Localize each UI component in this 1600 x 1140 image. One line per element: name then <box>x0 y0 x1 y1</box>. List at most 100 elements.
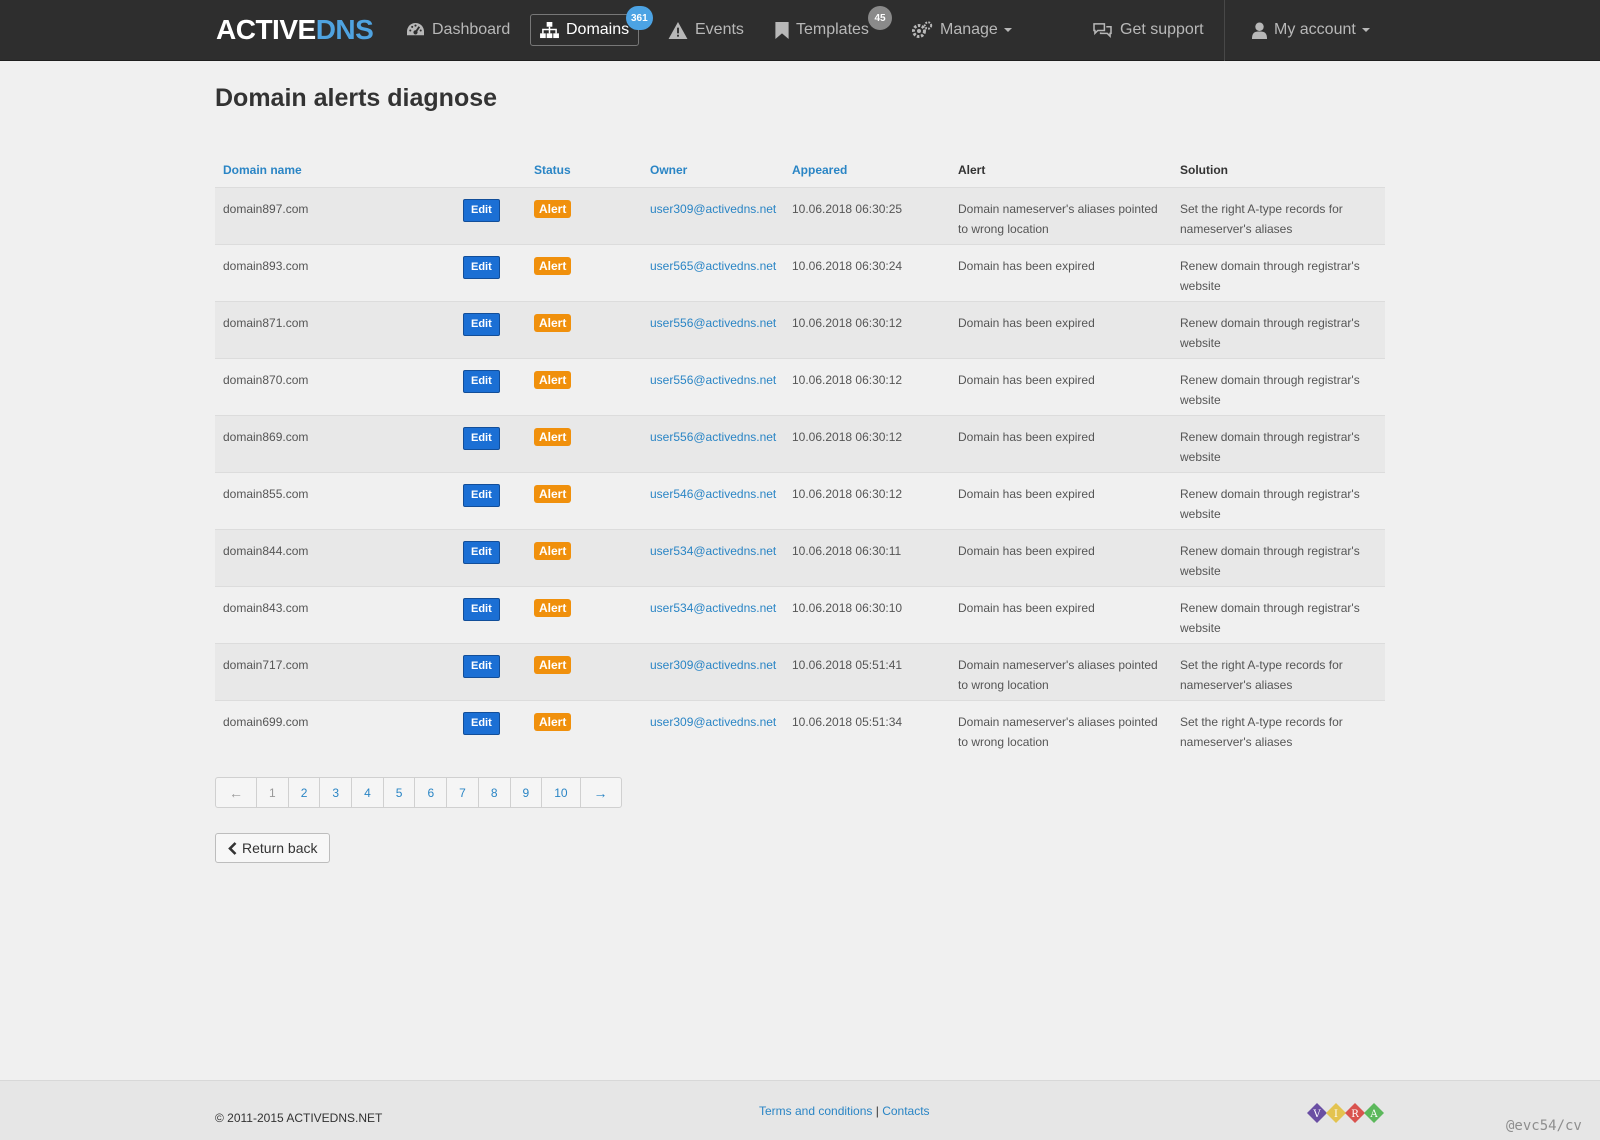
owner-cell[interactable]: user565@activedns.net <box>642 244 784 302</box>
user-icon <box>1252 22 1267 39</box>
table-header-row: Domain name Status Owner Appeared Alert … <box>215 154 1385 188</box>
edit-button[interactable]: Edit <box>463 654 500 678</box>
vira-logo[interactable]: V I RA <box>1306 1102 1386 1124</box>
solution-cell: Set the right A-type records for nameser… <box>1172 187 1385 245</box>
vira-letter-i: I <box>1326 1103 1346 1123</box>
appeared-cell: 10.06.2018 06:30:25 <box>784 187 950 245</box>
pagination-page-5[interactable]: 5 <box>384 778 416 807</box>
pagination-page-7[interactable]: 7 <box>447 778 479 807</box>
column-header-status[interactable]: Status <box>526 154 642 188</box>
contacts-link[interactable]: Contacts <box>882 1104 929 1118</box>
status-badge: Alert <box>534 370 572 389</box>
owner-cell[interactable]: user309@activedns.net <box>642 643 784 701</box>
edit-button[interactable]: Edit <box>463 597 500 621</box>
owner-cell[interactable]: user309@activedns.net <box>642 700 784 757</box>
nav-divider <box>1224 0 1225 61</box>
status-cell: Alert <box>526 244 642 302</box>
edit-cell: Edit <box>455 529 526 587</box>
pagination-next[interactable]: → <box>581 778 621 807</box>
column-header-owner[interactable]: Owner <box>642 154 784 188</box>
domain-name-cell: domain893.com <box>215 244 455 302</box>
pagination-page-4[interactable]: 4 <box>352 778 384 807</box>
column-header-domain-name[interactable]: Domain name <box>215 154 455 188</box>
nav-manage[interactable]: Manage <box>911 14 1012 46</box>
nav-get-support[interactable]: Get support <box>1092 14 1204 46</box>
column-header-appeared[interactable]: Appeared <box>784 154 950 188</box>
terms-link[interactable]: Terms and conditions <box>759 1104 872 1118</box>
owner-cell[interactable]: user546@activedns.net <box>642 472 784 530</box>
alert-cell: Domain nameserver's aliases pointed to w… <box>958 714 1158 749</box>
edit-cell: Edit <box>455 643 526 701</box>
column-header-alert: Alert <box>950 154 1172 188</box>
pagination-page-8[interactable]: 8 <box>479 778 511 807</box>
solution-cell: Renew domain through registrar's website <box>1172 415 1385 473</box>
alert-cell: Domain has been expired <box>950 415 1172 473</box>
domain-name-cell: domain699.com <box>223 714 309 729</box>
owner-cell[interactable]: user534@activedns.net <box>642 586 784 644</box>
vira-letter-a: A <box>1364 1103 1384 1123</box>
warning-triangle-icon <box>668 21 688 39</box>
owner-cell[interactable]: user556@activedns.net <box>642 301 784 359</box>
column-header-actions <box>455 154 526 188</box>
owner-cell[interactable]: user556@activedns.net <box>642 358 784 416</box>
edit-button[interactable]: Edit <box>463 483 500 507</box>
status-cell: Alert <box>526 586 642 644</box>
table-row: domain897.com Edit Alert user309@activedns.… <box>215 187 1385 245</box>
domain-name-cell: domain844.com <box>215 529 455 587</box>
nav-dashboard[interactable]: Dashboard <box>406 14 510 46</box>
pagination-page-1[interactable]: 1 <box>257 778 289 807</box>
edit-cell: Edit <box>455 358 526 416</box>
edit-button[interactable]: Edit <box>463 312 500 336</box>
edit-button[interactable]: Edit <box>463 255 500 279</box>
solution-cell: Renew domain through registrar's website <box>1172 586 1385 644</box>
return-back-label: Return back <box>242 840 318 856</box>
edit-button[interactable]: Edit <box>463 540 500 564</box>
table-row: domain844.com Edit Alert user534@activedns.… <box>215 529 1385 587</box>
status-cell: Alert <box>526 643 642 701</box>
sitemap-icon <box>540 21 559 38</box>
solution-cell: Set the right A-type records for nameser… <box>1180 714 1343 749</box>
pagination-page-9[interactable]: 9 <box>511 778 543 807</box>
return-back-button[interactable]: Return back <box>215 833 330 863</box>
table-row: domain870.com Edit Alert user556@activedns.… <box>215 358 1385 416</box>
gears-icon <box>912 21 933 38</box>
status-badge: Alert <box>534 655 572 674</box>
nav-events[interactable]: Events <box>668 14 744 46</box>
alerts-table: Domain name Status Owner Appeared Alert … <box>215 154 1385 757</box>
speedometer-icon <box>407 22 424 35</box>
status-cell: Alert <box>526 700 642 757</box>
brand-logo[interactable]: ACTIVEDNS <box>216 13 374 47</box>
appeared-cell: 10.06.2018 06:30:11 <box>784 529 950 587</box>
svg-text:R: R <box>1351 1109 1359 1120</box>
edit-button[interactable]: Edit <box>463 198 500 222</box>
edit-button[interactable]: Edit <box>463 711 500 735</box>
copyright-text: © 2011-2015 ACTIVEDNS.NET <box>215 1111 383 1125</box>
footer-links: Terms and conditions | Contacts <box>759 1104 930 1118</box>
nav-domains-label: Domains <box>566 21 630 38</box>
pagination-page-6[interactable]: 6 <box>415 778 448 807</box>
edit-button[interactable]: Edit <box>463 369 500 393</box>
nav-dashboard-label: Dashboard <box>432 21 511 38</box>
pagination-prev[interactable]: ← <box>216 778 257 807</box>
status-badge: Alert <box>534 712 572 731</box>
edit-button[interactable]: Edit <box>463 426 500 450</box>
nav-my-account[interactable]: My account <box>1252 14 1370 46</box>
nav-domains[interactable]: Domains <box>530 14 640 46</box>
table-row: domain869.com Edit Alert user556@activedns.… <box>215 415 1385 473</box>
owner-cell[interactable]: user556@activedns.net <box>642 415 784 473</box>
nav-templates[interactable]: Templates <box>775 14 869 46</box>
alert-cell: Domain has been expired <box>950 472 1172 530</box>
domain-name-cell: domain869.com <box>215 415 455 473</box>
owner-cell[interactable]: user309@activedns.net <box>642 187 784 245</box>
edit-cell: Edit <box>455 301 526 359</box>
status-cell: Alert <box>526 415 642 473</box>
pagination-page-2[interactable]: 2 <box>289 778 321 807</box>
appeared-cell: 10.06.2018 06:30:12 <box>784 472 950 530</box>
status-badge: Alert <box>534 598 572 617</box>
pagination-page-3[interactable]: 3 <box>320 778 353 807</box>
domains-count-badge: 361 <box>626 6 653 30</box>
owner-cell[interactable]: user534@activedns.net <box>642 529 784 587</box>
nav-manage-label: Manage <box>940 21 998 38</box>
pagination-page-10[interactable]: 10 <box>542 778 581 807</box>
bookmark-icon <box>775 21 789 39</box>
